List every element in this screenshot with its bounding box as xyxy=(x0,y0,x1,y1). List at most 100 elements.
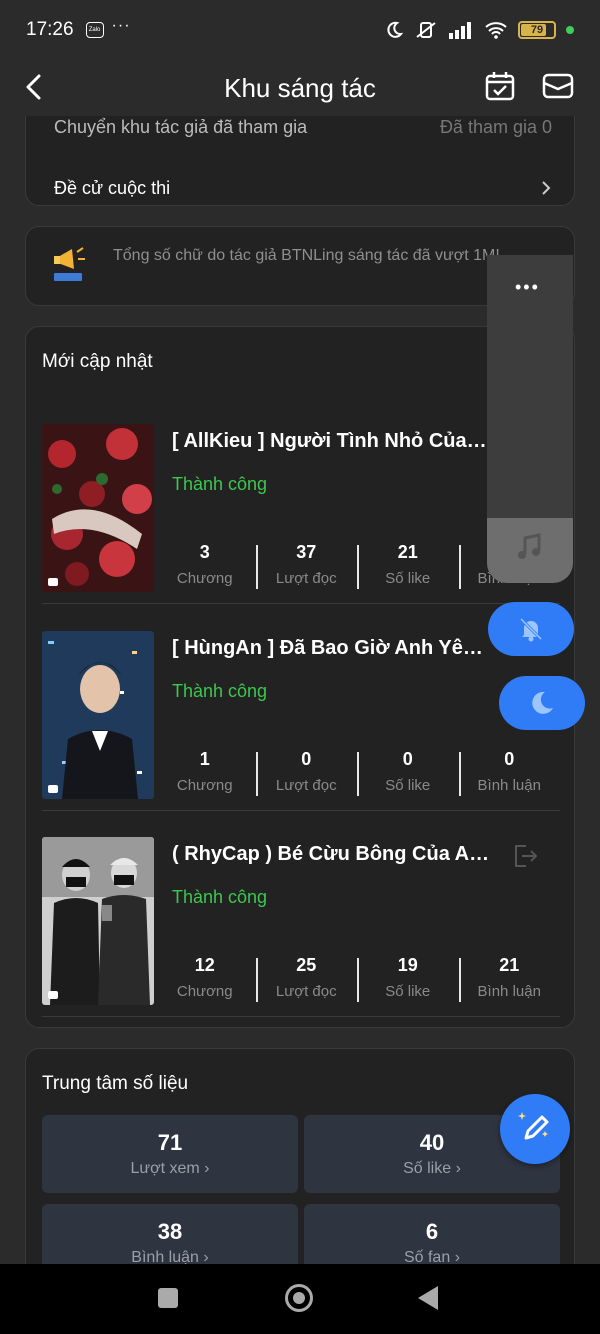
likes-label: Số like xyxy=(403,1160,452,1177)
comments-label: Bình luận xyxy=(131,1249,199,1264)
notice-text: Tổng số chữ do tác giả BTNLing sáng tác … xyxy=(113,247,500,264)
joined-count: Đã tham gia 0 xyxy=(439,117,552,137)
chapters-stat: 1 Chương xyxy=(154,749,256,799)
chevron-right-icon: › xyxy=(204,1160,210,1177)
joined-author-zone-row[interactable]: Chuyển khu tác giả đã tham gia Đã tham g… xyxy=(54,117,552,138)
more-options-icon[interactable]: ••• xyxy=(515,277,540,298)
book-status: Thành công xyxy=(172,474,268,494)
moon-icon xyxy=(532,691,553,714)
wifi-icon xyxy=(485,22,507,39)
calendar-check-icon[interactable] xyxy=(484,70,516,102)
exit-icon[interactable] xyxy=(512,843,540,869)
more-notifications-icon: ··· xyxy=(111,17,131,34)
reads-count: 25 xyxy=(296,955,317,975)
chapters-label: Chương xyxy=(176,777,233,794)
reads-label: Lượt đọc xyxy=(275,570,337,587)
book-title: ( RhyCap ) Bé Cừu Bông Của Anh xyxy=(172,843,492,865)
system-back-button[interactable] xyxy=(418,1286,438,1310)
mute-notifications-button[interactable] xyxy=(488,602,574,656)
views-value: 71 xyxy=(157,1130,183,1155)
likes-stat: 21 Số like xyxy=(357,542,459,592)
music-note-icon xyxy=(518,533,541,559)
chevron-right-icon xyxy=(542,181,551,195)
chapters-label: Chương xyxy=(176,570,233,587)
chapters-count: 12 xyxy=(194,955,215,975)
reads-label: Lượt đọc xyxy=(275,777,337,794)
book-stats: 12 Chương 25 Lượt đọc 19 Số like 21 Bình luậ… xyxy=(154,955,560,1005)
comments-value: 38 xyxy=(157,1219,183,1244)
comments-stat: 0 Bình luận xyxy=(458,749,561,799)
likes-stat: 19 Số like xyxy=(357,955,459,1005)
book-title: [ AllKieu ] Người Tình Nhỏ Của Các Anh xyxy=(172,430,492,452)
fans-value: 6 xyxy=(425,1219,439,1244)
likes-count: 0 xyxy=(402,749,413,769)
joined-author-zone-label: Chuyển khu tác giả đã tham gia xyxy=(54,117,308,137)
likes-count: 21 xyxy=(397,542,418,562)
floating-toolbar[interactable]: ••• xyxy=(487,255,573,583)
chat-bubble-icon xyxy=(48,785,58,793)
chapters-stat: 12 Chương xyxy=(154,955,256,1005)
contest-nomination-label: Đề cử cuộc thi xyxy=(54,177,171,198)
recent-apps-button[interactable] xyxy=(158,1288,178,1308)
comments-count: 21 xyxy=(499,955,520,975)
vibrate-off-icon xyxy=(416,22,436,38)
comments-tile[interactable]: 38 Bình luận › xyxy=(42,1204,298,1264)
music-button[interactable] xyxy=(487,518,573,583)
chevron-right-icon: › xyxy=(455,1160,461,1177)
book-title: [ HùngAn ] Đã Bao Giờ Anh Yêu Em Chưa? xyxy=(172,637,492,659)
reads-stat: 37 Lượt đọc xyxy=(255,542,358,592)
zalo-notification-icon: Zalo xyxy=(85,22,104,38)
data-center-title: Trung tâm số liệu xyxy=(42,1073,189,1094)
signal-icon xyxy=(449,22,471,39)
book-item[interactable]: ( RhyCap ) Bé Cừu Bông Của Anh Thành côn… xyxy=(42,837,560,1017)
views-tile[interactable]: 71 Lượt xem › xyxy=(42,1115,298,1193)
likes-count: 19 xyxy=(397,955,418,975)
edit-pencil-icon xyxy=(518,1112,549,1140)
recent-updates-title: Mới cập nhật xyxy=(42,351,153,372)
likes-label: Số like xyxy=(385,983,431,1000)
mail-icon[interactable] xyxy=(541,70,575,102)
chat-bubble-icon xyxy=(48,578,58,586)
battery-level: 79 xyxy=(530,24,544,36)
comments-stat: 21 Bình luận xyxy=(458,955,561,1005)
book-cover-image[interactable] xyxy=(42,424,154,592)
chevron-right-icon: › xyxy=(203,1249,209,1264)
bell-off-icon xyxy=(519,617,543,642)
data-center-card: Trung tâm số liệu 71 Lượt xem › 40 Số li… xyxy=(25,1048,575,1264)
likes-label: Số like xyxy=(385,777,431,794)
chapters-stat: 3 Chương xyxy=(154,542,256,592)
reads-label: Lượt đọc xyxy=(275,983,337,1000)
write-new-button[interactable] xyxy=(500,1094,570,1164)
reads-stat: 0 Lượt đọc xyxy=(255,749,358,799)
reads-count: 0 xyxy=(301,749,312,769)
fans-tile[interactable]: 6 Số fan › xyxy=(304,1204,560,1264)
chapters-count: 3 xyxy=(199,542,210,562)
book-cover-image[interactable] xyxy=(42,837,154,1005)
home-button[interactable] xyxy=(285,1284,313,1312)
comments-label: Bình luận xyxy=(477,777,541,794)
menu-card: Chuyển khu tác giả đã tham gia Đã tham g… xyxy=(25,116,575,206)
book-status: Thành công xyxy=(172,681,268,701)
back-arrow-icon[interactable] xyxy=(20,72,50,102)
views-label: Lượt xem xyxy=(130,1160,200,1177)
book-cover-image[interactable] xyxy=(42,631,154,799)
reads-stat: 25 Lượt đọc xyxy=(255,955,358,1005)
system-navigation-bar xyxy=(0,1264,600,1334)
book-item[interactable]: [ AllKieu ] Người Tình Nhỏ Của Các Anh T… xyxy=(42,424,560,604)
battery-icon: 79 xyxy=(518,21,556,39)
book-status: Thành công xyxy=(172,887,268,907)
reads-count: 37 xyxy=(296,542,317,562)
book-item[interactable]: [ HùngAn ] Đã Bao Giờ Anh Yêu Em Chưa? T… xyxy=(42,631,560,811)
chat-bubble-icon xyxy=(48,991,58,999)
status-bar: 17:26 Zalo ··· 79 xyxy=(0,0,600,60)
chevron-right-icon: › xyxy=(454,1249,461,1264)
privacy-indicator-dot xyxy=(566,26,574,34)
trophy-megaphone-icon xyxy=(54,247,85,281)
comments-count: 0 xyxy=(504,749,515,769)
comments-label: Bình luận xyxy=(477,983,541,1000)
night-mode-button[interactable] xyxy=(499,676,585,730)
contest-nomination-row[interactable]: Đề cử cuộc thi xyxy=(54,173,552,203)
chapters-count: 1 xyxy=(199,749,210,769)
likes-stat: 0 Số like xyxy=(357,749,459,799)
moon-status-icon xyxy=(387,21,404,38)
